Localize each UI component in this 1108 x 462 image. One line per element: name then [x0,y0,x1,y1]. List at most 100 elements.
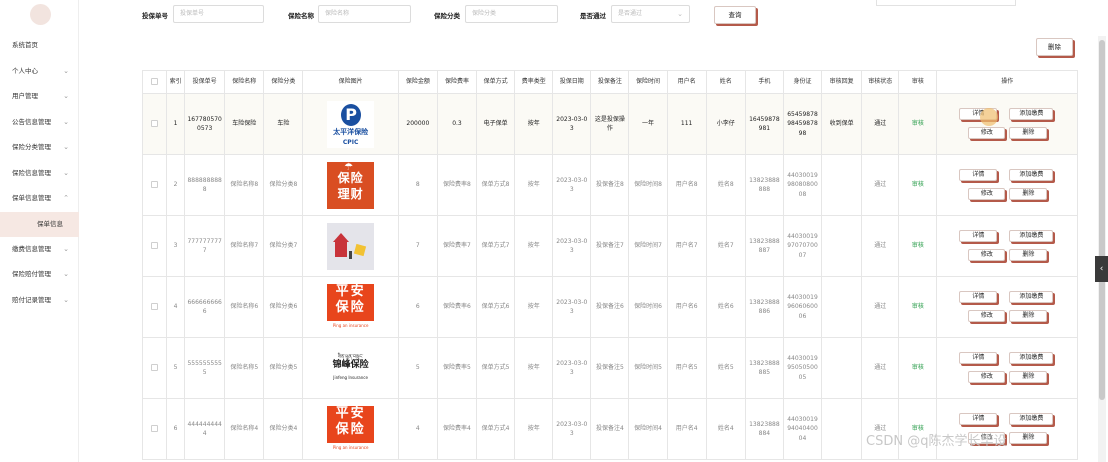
delete-button[interactable]: 删除 [1036,38,1073,56]
policy-no-input[interactable]: 投保单号 [173,5,264,23]
row-checkbox[interactable] [151,303,159,311]
category-input[interactable]: 保险分类 [465,5,558,23]
username-cell: 用户名4 [666,398,707,460]
sidebar-item[interactable]: 保险信息管理 ⌄ [0,161,79,187]
date-cell: 2023-03-03 [552,276,592,338]
edit-button[interactable]: 修改 [968,249,1006,261]
row-delete-button[interactable]: 删除 [1009,127,1048,139]
status-cell: 通过 [861,337,900,399]
insurance-logo: ☂ 保险 理财 [327,161,375,209]
logo-text: 锦峰保险 [332,359,369,370]
audit-link[interactable]: 审核 [898,215,938,277]
detail-button[interactable]: 详情 [959,352,998,364]
insurance-logo: 平安 保险 Ping an insurance [327,405,375,453]
note-cell: 这是投保操作 [590,93,630,155]
table-row[interactable]: 3 7777777777 保险名称7 保险分类7 7 保险费率7 保单方式7 按年 2023-0… [142,215,1078,277]
column-header: 身份证 [782,70,823,94]
row-checkbox[interactable] [151,425,159,433]
duration-cell: 一年 [628,93,668,155]
row-delete-button[interactable]: 删除 [1009,371,1048,383]
approved-select[interactable]: 是否通过 ⌄ [611,5,690,23]
operations-cell: 详情 添加缴费 修改 删除 [936,93,1078,155]
policy-no-cell: 1677805700573 [184,93,226,155]
collapse-side-tab[interactable]: ‹ [1095,256,1108,282]
row-delete-button[interactable]: 删除 [1009,432,1048,444]
edit-button[interactable]: 修改 [968,310,1006,322]
insurance-name-input[interactable]: 保险名称 [318,5,411,23]
insurance-image-cell: P 太平洋保险 CPIC [302,93,399,155]
amount-cell: 7 [397,215,438,277]
table-row[interactable]: 1 1677805700573 车险保险 车险 P 太平洋保险 CPIC 200000 0.3 电… [142,93,1078,155]
sidebar-subitem-policy-info[interactable]: 保单信息 [0,211,79,237]
column-header: 用户名 [666,70,707,94]
add-payment-button[interactable]: 添加缴费 [1009,291,1054,303]
table-row[interactable]: 5 5555555555 保险名称5 保险分类5 ཟིན་ཕུན་བསྲུང་ 锦峰保险 J… [142,337,1078,399]
reply-cell [821,337,863,399]
add-payment-button[interactable]: 添加缴费 [1009,352,1054,364]
logo-text: Jinfeng Insurance [333,374,368,380]
row-checkbox[interactable] [151,120,159,128]
row-delete-button[interactable]: 删除 [1009,249,1048,261]
edit-button[interactable]: 修改 [968,371,1006,383]
audit-link[interactable]: 审核 [898,337,938,399]
row-checkbox[interactable] [151,181,159,189]
realname-cell: 姓名6 [705,276,746,338]
detail-button[interactable]: 详情 [959,169,998,181]
audit-link[interactable]: 审核 [898,276,938,338]
insurance-name-cell: 保险名称8 [224,154,265,216]
detail-button[interactable]: 详情 [959,291,998,303]
sidebar-item[interactable]: 赔付记录管理 ⌄ [0,288,79,314]
id-card-cell: 440300199707070007 [782,215,823,277]
rate-cell: 保险费率8 [436,154,478,216]
logo-text: 平安 [335,405,366,421]
row-checkbox[interactable] [151,364,159,372]
sidebar-item[interactable]: 个人中心 ⌄ [0,59,79,85]
row-checkbox[interactable] [151,242,159,250]
sidebar-item[interactable]: 保单信息管理 ⌃ [0,186,79,212]
audit-link[interactable]: 审核 [898,154,938,216]
row-delete-button[interactable]: 删除 [1009,310,1048,322]
edit-button[interactable]: 修改 [968,127,1006,139]
note-cell: 投保备注4 [590,398,630,460]
category-label: 保险分类 [434,12,460,20]
chevron-down-icon: ⌄ [63,295,69,304]
mouse-cursor [980,108,998,126]
audit-link[interactable]: 审核 [898,398,938,460]
table-row[interactable]: 4 6666666666 保险名称6 保险分类6 平安 保险 Ping an insuran… [142,276,1078,338]
edit-button[interactable]: 修改 [968,188,1006,200]
row-select-cell [142,276,168,338]
realname-cell: 小李仔 [705,93,746,155]
row-index: 3 [166,215,186,277]
sidebar-item-label: 用户管理 [12,92,38,100]
policy-no-label: 投保单号 [142,12,168,20]
column-header: 投保备注 [590,70,630,94]
phone-cell: 16459878981 [744,93,784,155]
table-row[interactable]: 2 8888888888 保险名称8 保险分类8 ☂ 保险 理财 8 保险费率8 保单方式8 按年 2… [142,154,1078,216]
add-payment-button[interactable]: 添加缴费 [1009,230,1054,242]
column-header: 保险时间 [628,70,668,94]
sidebar-item[interactable]: 公告信息管理 ⌄ [0,110,79,136]
table-container: 索引 投保单号 保险名称 保险分类 保险图片 保险金额 保险费率 保单方式 费率类型 投保日期 投保… [142,70,1078,462]
audit-link[interactable]: 审核 [898,93,938,155]
add-payment-button[interactable]: 添加缴费 [1009,108,1054,120]
detail-button[interactable]: 详情 [959,413,998,425]
query-button[interactable]: 查询 [714,6,756,24]
table-row[interactable]: 6 4444444444 保险名称4 保险分类4 平安 保险 Ping an insuran… [142,398,1078,460]
detail-button[interactable]: 详情 [959,230,998,242]
logo-text: Ping an insurance [327,442,375,453]
id-card-cell: 440300199505050005 [782,337,823,399]
logo-text: 太平洋保险 [333,127,369,136]
row-delete-button[interactable]: 删除 [1009,188,1048,200]
add-payment-button[interactable]: 添加缴费 [1009,169,1054,181]
sidebar-item[interactable]: 保险赔付管理 ⌄ [0,262,79,288]
avatar[interactable] [30,4,51,25]
insurance-logo: 平安 保险 Ping an insurance [327,283,375,331]
add-payment-button[interactable]: 添加缴费 [1009,413,1054,425]
sidebar-item[interactable]: 保险分类管理 ⌄ [0,135,79,161]
sidebar-item[interactable]: 用户管理 ⌄ [0,84,79,110]
sidebar-item[interactable]: 系统首页 [0,33,79,59]
select-all-header[interactable] [142,70,168,94]
select-all-checkbox[interactable] [151,78,159,86]
sidebar-item[interactable]: 缴费信息管理 ⌄ [0,237,79,263]
scrollbar-thumb[interactable] [1099,40,1105,400]
